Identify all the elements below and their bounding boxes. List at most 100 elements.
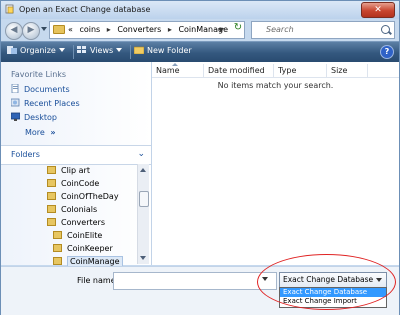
favorite-link-recent-places[interactable]: Recent Places [11,98,80,110]
header-divider [152,77,399,78]
folder-icon [47,218,56,226]
folders-toggle[interactable]: Folders ⌄ [1,145,151,165]
new-folder-icon [134,46,144,54]
tree-item-coinkeeper[interactable]: CoinKeeper [53,244,113,256]
more-label: More [25,128,45,137]
organize-label: Organize [20,46,56,55]
tree-item-colonials[interactable]: Colonials [47,205,97,217]
tree-item-label: CoinKeeper [67,244,113,253]
views-icon [77,46,86,53]
scroll-thumb[interactable] [139,191,149,207]
favorite-link-label: Recent Places [24,99,80,108]
folder-icon [53,257,62,265]
filename-input[interactable] [113,272,277,290]
column-header-name[interactable]: Name [152,63,204,77]
views-button[interactable]: Views [77,46,123,55]
views-dropdown-arrow [116,48,123,52]
window-title: Open an Exact Change database [19,5,151,14]
forward-button[interactable]: ▶ [22,22,40,40]
address-row: ◀ ▶ « coins ▸ Converters ▸ CoinManage ↻ … [1,19,399,41]
more-favorites-button[interactable]: More » [25,128,56,137]
folder-icon [47,179,56,187]
address-bar[interactable]: « coins ▸ Converters ▸ CoinManage [49,21,245,39]
breadcrumb: « coins ▸ Converters ▸ CoinManage [68,25,228,34]
more-chevron-icon: » [50,128,56,137]
desktop-icon [11,112,20,121]
back-button[interactable]: ◀ [5,22,23,40]
tree-item-coincode[interactable]: CoinCode [47,179,99,191]
file-type-selected: Exact Change Database [283,275,374,284]
chevron-down-icon[interactable] [376,278,382,282]
favorite-link-label: Documents [24,85,70,94]
folder-icon [47,192,56,200]
breadcrumb-separator[interactable]: ▸ [107,25,111,34]
file-type-select[interactable]: Exact Change Database [279,272,387,288]
new-folder-button[interactable]: New Folder [134,46,192,55]
folders-label: Folders [11,150,40,159]
favorite-link-documents[interactable]: Documents [11,84,70,96]
tree-item-label: Clip art [61,166,90,175]
file-list-pane: Name Date modified Type Size No items ma… [152,62,399,265]
chevron-down-icon: ⌄ [137,149,145,159]
breadcrumb-converters[interactable]: Converters [117,25,161,34]
column-header-label: Type [278,66,297,75]
file-type-option-database[interactable]: Exact Change Database [280,288,386,297]
recent-places-icon [11,98,20,107]
address-dropdown-arrow[interactable] [218,28,224,32]
breadcrumb-coins[interactable]: coins [79,25,100,34]
file-type-dropdown-list: Exact Change Database Exact Change Impor… [279,287,387,308]
close-button[interactable]: ✕ [361,2,395,18]
scroll-down-arrow[interactable] [140,256,146,260]
folder-icon [53,231,62,239]
new-folder-label: New Folder [147,46,192,55]
column-header-label: Name [156,66,180,75]
app-icon [5,4,14,14]
favorite-links-header: Favorite Links [11,70,67,79]
organize-button[interactable]: Organize [7,46,65,55]
folder-icon [53,25,65,34]
refresh-icon[interactable]: ↻ [232,22,244,34]
breadcrumb-separator[interactable]: ▸ [168,25,172,34]
empty-message: No items match your search. [217,81,334,90]
breadcrumb-prefix[interactable]: « [68,25,73,34]
organize-icon [7,46,17,54]
column-header-date-modified[interactable]: Date modified [204,64,274,77]
column-header-label: Size [331,66,348,75]
tree-item-label: CoinCode [61,179,100,188]
favorite-link-label: Desktop [24,113,57,122]
search-placeholder: Search [266,25,294,34]
tree-item-label: CoinElite [67,231,103,240]
bottom-panel: File name: Exact Change Database Exact C… [1,266,399,315]
toolbar-divider [130,45,131,59]
favorite-link-desktop[interactable]: Desktop [11,112,57,124]
search-input[interactable]: Search [251,21,395,39]
scroll-up-arrow[interactable] [140,168,146,172]
command-bar: Organize Views New Folder ? [1,41,399,62]
open-dialog-window: Open an Exact Change database ✕ ◀ ▶ « co… [0,0,400,315]
file-type-option-import[interactable]: Exact Change Import [280,297,386,306]
folder-icon [47,205,56,213]
navigation-pane: Favorite Links Documents Recent Places D… [1,62,152,277]
help-icon[interactable]: ? [380,45,394,59]
column-header-label: Date modified [208,66,265,75]
tree-item-coinelite[interactable]: CoinElite [53,231,102,243]
recent-pages-dropdown[interactable] [41,27,47,31]
folder-icon [47,166,56,174]
organize-dropdown-arrow [58,48,65,52]
toolbar-divider [73,45,74,59]
tree-item-clip-art[interactable]: Clip art [47,166,90,178]
sort-up-icon [172,63,178,66]
tree-item-label: Converters [61,218,106,227]
views-label: Views [90,46,114,55]
title-bar: Open an Exact Change database ✕ [1,1,399,19]
tree-item-converters[interactable]: Converters [47,218,105,230]
search-icon[interactable] [381,25,390,34]
filename-dropdown-arrow[interactable] [262,277,268,281]
folder-scrollbar[interactable] [137,164,149,264]
folder-icon [53,244,62,252]
column-header-type[interactable]: Type [274,64,327,77]
tree-item-coinoftheday[interactable]: CoinOfTheDay [47,192,119,204]
documents-icon [11,84,19,93]
tree-item-label: Colonials [61,205,98,214]
column-header-size[interactable]: Size [327,64,368,77]
